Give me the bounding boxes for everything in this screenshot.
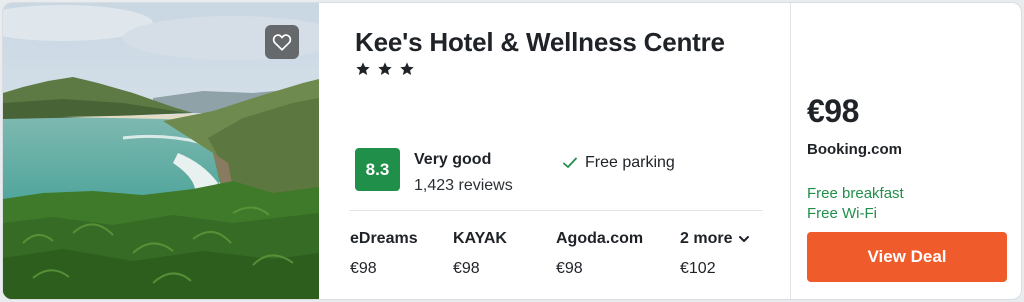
hotel-name[interactable]: Kee's Hotel & Wellness Centre (355, 27, 725, 58)
provider-name: eDreams (350, 230, 418, 247)
provider-price: €98 (453, 260, 480, 277)
chevron-down-icon (739, 236, 750, 242)
check-icon (563, 157, 577, 168)
provider-name: KAYAK (453, 230, 507, 247)
star-rating (355, 61, 415, 77)
favorite-button[interactable] (265, 25, 299, 59)
more-providers-dropdown[interactable]: 2 more €102 (680, 230, 750, 278)
star-icon (400, 62, 414, 75)
heart-icon (272, 34, 292, 51)
rating-label: Very good (414, 151, 492, 168)
review-count[interactable]: 1,423 reviews (414, 177, 513, 195)
provider-name: Agoda.com (556, 230, 644, 247)
perk-free-wifi: Free Wi-Fi (807, 205, 877, 222)
view-deal-button[interactable]: View Deal (807, 232, 1007, 282)
provider-price: €98 (350, 260, 377, 277)
perk-free-breakfast: Free breakfast (807, 185, 904, 202)
best-price-provider: Booking.com (807, 141, 903, 158)
hotel-photo[interactable] (3, 3, 319, 299)
divider (349, 210, 763, 211)
amenity-free-parking: Free parking (563, 154, 675, 172)
more-providers-label-row: 2 more (680, 230, 750, 248)
star-icon (356, 62, 370, 75)
provider-option-edreams[interactable]: eDreams €98 (350, 230, 418, 278)
more-providers-label: 2 more (680, 230, 733, 247)
best-price: €98 (807, 93, 859, 129)
provider-price: €98 (556, 260, 583, 277)
provider-option-agoda[interactable]: Agoda.com €98 (556, 230, 643, 278)
provider-option-kayak[interactable]: KAYAK €98 (453, 230, 507, 278)
star-icon (378, 62, 392, 75)
column-divider (790, 3, 791, 299)
hotel-result-card[interactable]: Kee's Hotel & Wellness Centre 8.3 Very g… (2, 2, 1022, 300)
review-score-badge: 8.3 (355, 148, 400, 191)
amenity-label: Free parking (585, 154, 675, 171)
provider-price: €102 (680, 260, 716, 277)
